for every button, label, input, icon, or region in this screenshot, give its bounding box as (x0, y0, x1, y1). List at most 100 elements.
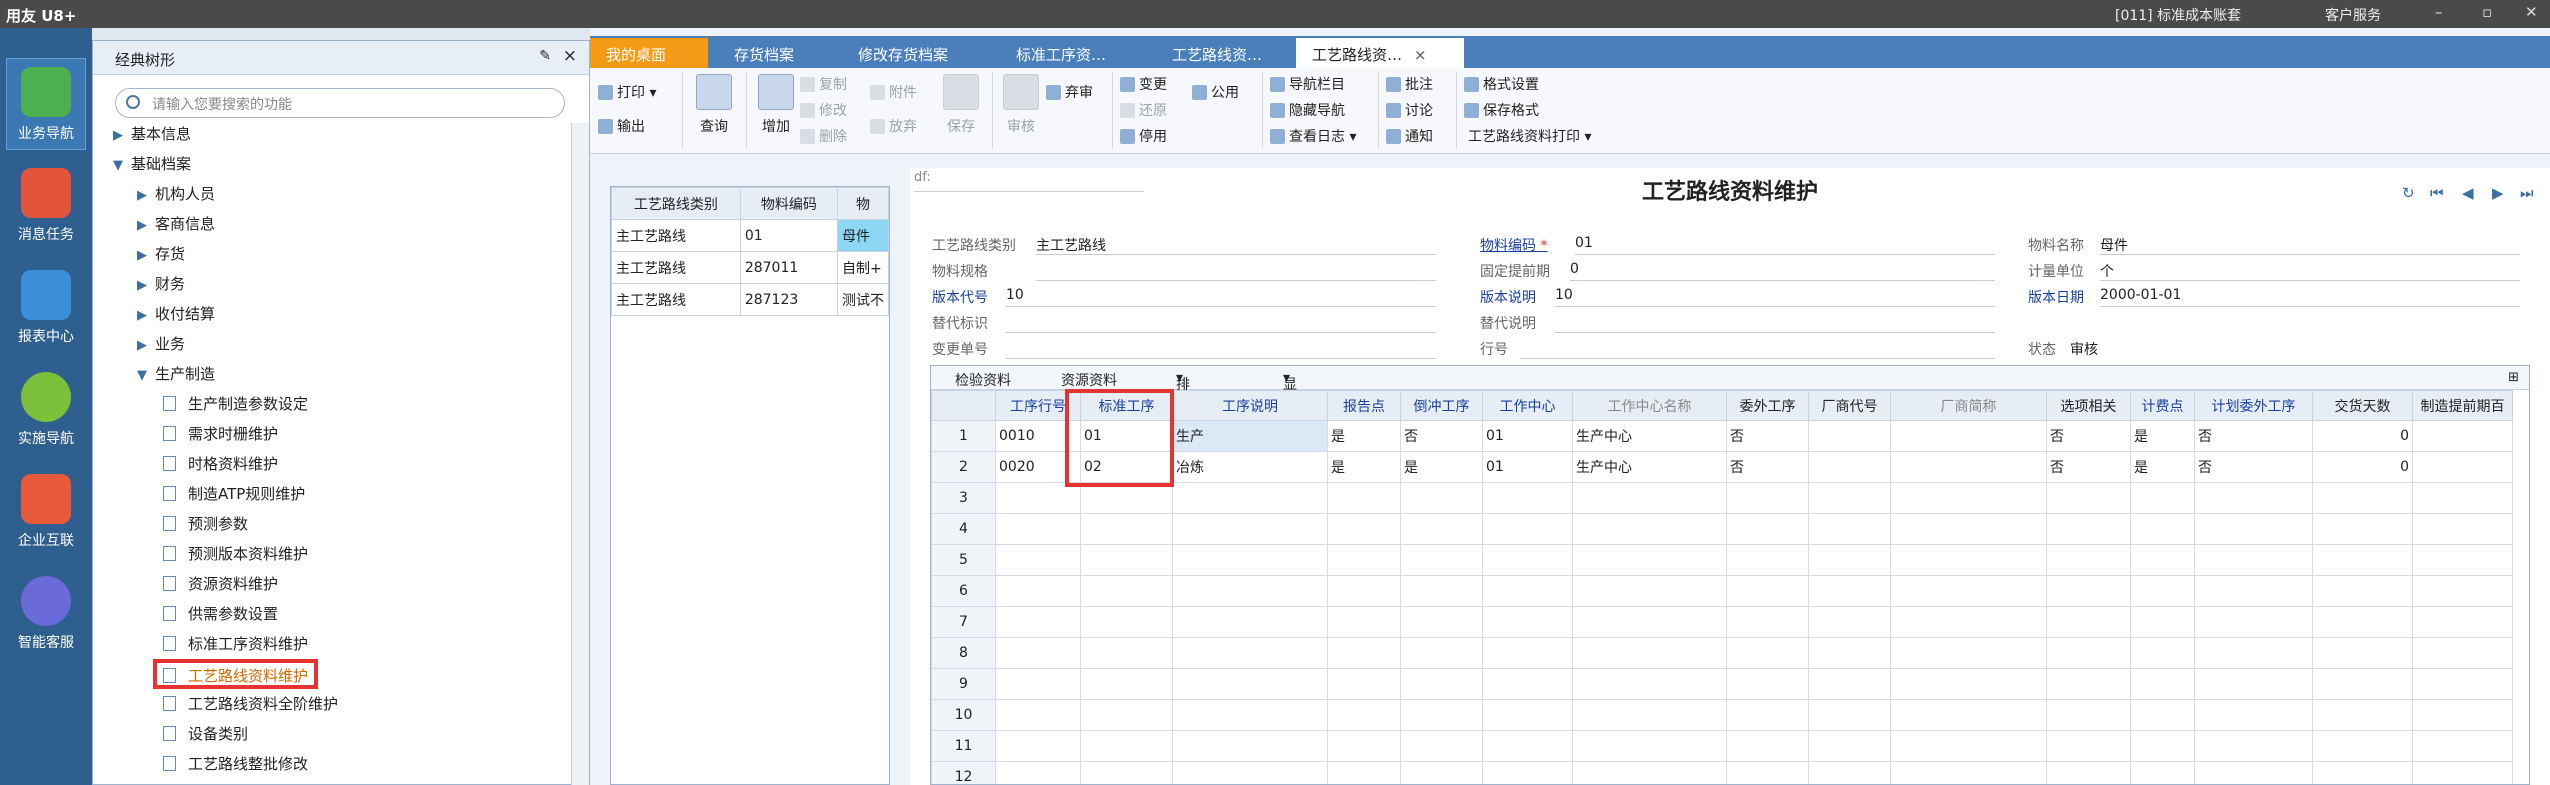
grid-cell[interactable] (1726, 699, 1809, 731)
display-format-button[interactable]: 显示格式 ▾ (1283, 370, 1297, 453)
grid-cell[interactable] (2046, 544, 2131, 576)
tab-modify-inventory[interactable]: 修改存货档案 (842, 38, 964, 68)
grid-cell[interactable] (2194, 761, 2313, 784)
grid-cell[interactable] (2194, 544, 2313, 576)
grid-cell[interactable] (1726, 730, 1809, 762)
grid-cell[interactable] (2312, 482, 2413, 514)
prev-record-icon[interactable]: ◀ (2462, 184, 2474, 202)
grid-cell[interactable] (1808, 761, 1891, 784)
material-code-label[interactable]: 物料编码 * (1480, 235, 1547, 255)
tree-item[interactable]: 需求时栅维护 (163, 423, 278, 453)
tab-inventory[interactable]: 存货档案 (718, 38, 810, 68)
close-icon[interactable]: ✕ (2525, 3, 2538, 21)
tree-item[interactable]: ▶ 财务 (137, 273, 185, 303)
grid-cell[interactable] (2412, 575, 2513, 607)
version-code-field[interactable]: 10 (1006, 287, 1436, 307)
grid-cell[interactable] (1400, 575, 1483, 607)
grid-cell[interactable]: 否 (2194, 420, 2313, 452)
tab-standard-process[interactable]: 标准工序资… (1000, 38, 1122, 68)
table-row[interactable]: 10 (931, 699, 2513, 731)
grid-cell[interactable] (1080, 668, 1173, 700)
grid-cell[interactable]: 否 (1400, 420, 1483, 452)
annotate-button[interactable]: 批注 (1386, 74, 1433, 94)
nav-message[interactable]: 消息任务 (6, 160, 86, 252)
grid-cell[interactable] (1080, 699, 1173, 731)
grid-cell[interactable] (1890, 606, 2047, 638)
grid-cell[interactable]: 生产中心 (1572, 451, 1727, 483)
tree-scrollbar[interactable] (571, 123, 589, 785)
nav-report[interactable]: 报表中心 (6, 262, 86, 354)
grid-cell[interactable] (1890, 482, 2047, 514)
add-button[interactable]: 增加 (752, 74, 800, 136)
grid-cell[interactable] (1808, 730, 1891, 762)
grid-cell[interactable] (1172, 482, 1328, 514)
table-row[interactable]: 12 (931, 761, 2513, 784)
grid-cell[interactable] (2194, 730, 2313, 762)
grid-cell[interactable] (2412, 513, 2513, 545)
grid-cell[interactable] (2194, 606, 2313, 638)
grid-cell[interactable]: 是 (1400, 451, 1483, 483)
tree-search-input[interactable]: 请输入您要搜索的功能 (115, 88, 565, 118)
change-no-field[interactable] (1006, 339, 1436, 359)
delete-button[interactable]: 删除 (800, 126, 847, 146)
grid-cell[interactable] (1327, 575, 1401, 607)
grid-cell[interactable] (1400, 482, 1483, 514)
grid-cell[interactable] (1726, 482, 1809, 514)
grid-cell[interactable] (2046, 668, 2131, 700)
grid-cell[interactable] (1482, 482, 1573, 514)
grid-header[interactable]: 厂商代号 (1808, 390, 1891, 421)
nav-implement[interactable]: 实施导航 (6, 364, 86, 456)
grid-header[interactable]: 厂商简称 (1890, 390, 2047, 421)
grid-cell[interactable] (1572, 482, 1727, 514)
grid-cell[interactable] (1808, 420, 1891, 452)
list-header[interactable]: 物 (836, 187, 889, 220)
list-row[interactable]: 主工艺路线 01 母件 (611, 219, 889, 252)
grid-cell[interactable] (1080, 482, 1173, 514)
grid-header[interactable]: 委外工序 (1726, 390, 1809, 421)
nav-column-button[interactable]: 导航栏目 (1270, 74, 1345, 94)
grid-cell[interactable]: 0 (2312, 451, 2413, 483)
tree-item[interactable]: ▶ 收付结算 (137, 303, 215, 333)
line-no-field[interactable] (1520, 339, 1995, 359)
grid-cell[interactable] (1726, 761, 1809, 784)
material-name-field[interactable]: 母件 (2100, 235, 2520, 255)
list-row[interactable]: 主工艺路线 287123 测试不 (611, 283, 889, 316)
grid-cell[interactable] (2312, 606, 2413, 638)
grid-cell[interactable] (2412, 637, 2513, 669)
grid-header[interactable]: 工作中心名称 (1572, 390, 1727, 421)
grid-cell[interactable] (995, 637, 1081, 669)
grid-cell[interactable] (2312, 668, 2413, 700)
table-row[interactable]: 9 (931, 668, 2513, 700)
grid-cell[interactable] (1172, 544, 1328, 576)
grid-cell[interactable] (2312, 544, 2413, 576)
tab-route-1[interactable]: 工艺路线资… (1156, 38, 1278, 68)
grid-cell[interactable] (1726, 606, 1809, 638)
close-tab-icon[interactable]: × (1414, 46, 1427, 64)
grid-cell[interactable] (2312, 513, 2413, 545)
grid-cell[interactable] (2046, 761, 2131, 784)
grid-cell[interactable] (1572, 606, 1727, 638)
hide-nav-button[interactable]: 隐藏导航 (1270, 100, 1345, 120)
public-button[interactable]: 公用 (1192, 82, 1239, 102)
grid-cell[interactable] (1327, 513, 1401, 545)
grid-cell[interactable] (1572, 668, 1727, 700)
save-format-button[interactable]: 保存格式 (1464, 100, 1539, 120)
grid-cell[interactable] (1572, 699, 1727, 731)
grid-cell[interactable] (1890, 420, 2047, 452)
grid-cell[interactable] (1808, 606, 1891, 638)
grid-cell[interactable] (1572, 761, 1727, 784)
grid-cell[interactable] (1400, 606, 1483, 638)
grid-cell[interactable] (995, 730, 1081, 762)
copy-button[interactable]: 复制 (800, 74, 847, 94)
grid-cell[interactable]: 生产 (1172, 420, 1328, 452)
table-row[interactable]: 3 (931, 482, 2513, 514)
grid-cell[interactable] (2130, 606, 2195, 638)
refresh-icon[interactable]: ↻ (2402, 184, 2415, 202)
grid-header[interactable]: 交货天数 (2312, 390, 2413, 421)
grid-header[interactable]: 工序说明 (1172, 390, 1328, 421)
tree-item[interactable]: 预测参数 (163, 513, 248, 543)
grid-cell[interactable] (2312, 637, 2413, 669)
grid-cell[interactable]: 是 (2130, 420, 2195, 452)
grid-cell[interactable] (1172, 637, 1328, 669)
grid-cell[interactable] (1400, 513, 1483, 545)
